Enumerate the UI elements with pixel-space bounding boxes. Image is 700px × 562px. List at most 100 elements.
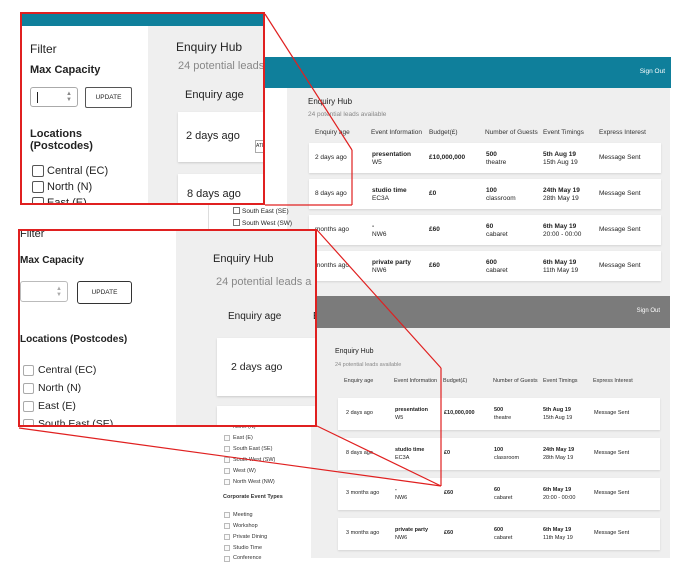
column-header: Event Timings: [543, 129, 584, 136]
page-title: Enquiry Hub: [308, 97, 353, 106]
express-interest-status: Message Sent: [594, 410, 630, 416]
locations-heading: Locations (Postcodes): [20, 334, 128, 345]
event-workshop-checkbox[interactable]: [224, 523, 230, 529]
table-row[interactable]: 8 days ago: [178, 174, 263, 203]
text-cursor: [37, 92, 38, 103]
express-interest-status: Message Sent: [599, 262, 641, 269]
location-west-checkbox[interactable]: [224, 468, 230, 474]
location-west-label[interactable]: West (W): [233, 468, 256, 474]
max-capacity-heading: Max Capacity: [30, 64, 101, 76]
zoomed-header-bar: [22, 14, 263, 26]
column-header: Event Timings: [543, 378, 578, 384]
stepper-arrows-icon[interactable]: ▲ ▼: [56, 286, 62, 298]
leads-count: 24 potential leads a: [216, 276, 312, 288]
location-east-checkbox[interactable]: [32, 197, 44, 203]
column-header: Enquiry age: [185, 89, 244, 101]
column-header: Enquiry age: [315, 129, 350, 136]
location-east-label[interactable]: East (E): [233, 435, 253, 441]
location-central-checkbox[interactable]: [32, 165, 44, 177]
location-south-east-checkbox[interactable]: [23, 419, 34, 425]
locations-heading-line1: Locations: [30, 128, 82, 140]
express-interest-status: Message Sent: [599, 190, 641, 197]
column-header: Event Information: [371, 129, 422, 136]
location-north-label[interactable]: North (N): [47, 181, 92, 193]
column-header: Number of Guests: [493, 378, 538, 384]
stepper-arrows-icon[interactable]: ▲ ▼: [66, 91, 72, 103]
leads-count: 24 potential leads available: [308, 111, 387, 118]
column-header: Enquiry age: [344, 378, 374, 384]
column-header: Express Interest: [599, 129, 646, 136]
event-meeting-checkbox[interactable]: [224, 512, 230, 518]
table-row[interactable]: 2 days ago presentation W5 £10,000,000 5…: [309, 143, 661, 173]
event-conference-label[interactable]: Conference: [233, 555, 261, 561]
location-north-checkbox[interactable]: [32, 181, 44, 193]
column-header: Budget(£): [443, 378, 468, 384]
max-capacity-heading: Max Capacity: [20, 255, 84, 266]
location-central-label[interactable]: Central (EC): [47, 165, 108, 177]
top-header-bar: Sign Out: [209, 57, 671, 88]
table-row[interactable]: months ago - NW6 £60 60 cabaret 6th May …: [309, 215, 661, 245]
location-east-label[interactable]: East (E): [47, 197, 87, 203]
table-row[interactable]: 3 months ago - NW6 £60 60 cabaret 6th Ma…: [338, 478, 660, 510]
max-capacity-input[interactable]: ▲ ▼: [30, 87, 78, 107]
zoomed-main-panel: Enquiry Hub 24 potential leads a Enquiry…: [176, 231, 315, 425]
event-workshop-label[interactable]: Workshop: [233, 523, 258, 529]
filter-heading: Filter: [20, 229, 45, 240]
express-interest-status: Message Sent: [599, 226, 641, 233]
filter-heading: Filter: [30, 42, 57, 56]
location-east-checkbox[interactable]: [23, 401, 34, 412]
sign-out-link[interactable]: Sign Out: [640, 68, 665, 75]
location-north-checkbox[interactable]: [23, 383, 34, 394]
event-private-dining-checkbox[interactable]: [224, 534, 230, 540]
event-studio-time-checkbox[interactable]: [224, 545, 230, 551]
page-title: Enquiry Hub: [176, 40, 243, 54]
locations-heading-line2: (Postcodes): [30, 140, 93, 152]
event-meeting-label[interactable]: Meeting: [233, 512, 253, 518]
location-central-checkbox[interactable]: [23, 365, 34, 376]
column-header: Number of Guests: [485, 129, 538, 136]
location-south-east-label[interactable]: South East (SE): [233, 446, 272, 452]
leads-count: 24 potential leads available: [335, 362, 402, 368]
location-east-checkbox[interactable]: [224, 435, 230, 441]
express-interest-status: Message Sent: [594, 490, 630, 496]
location-south-east-label[interactable]: South East (SE): [38, 418, 113, 425]
column-header: Express Interest: [593, 378, 633, 384]
location-east-label[interactable]: East (E): [38, 400, 76, 412]
location-north-west-label[interactable]: North West (NW): [233, 479, 275, 485]
column-header-partial: E: [313, 311, 315, 322]
table-row[interactable]: [217, 406, 315, 425]
table-row[interactable]: 2 days ago presentation W5 £10,000,000 5…: [338, 398, 660, 430]
corporate-event-types-heading: Corporate Event Types: [223, 494, 283, 500]
table-row[interactable]: months ago private party NW6 £60 600 cab…: [309, 251, 661, 281]
table-row[interactable]: 3 months ago private party NW6 £60 600 c…: [338, 518, 660, 550]
zoom-callout-bottom: Filter Max Capacity ▲ ▼ UPDATE Locations …: [18, 229, 317, 427]
location-south-east-checkbox[interactable]: [224, 446, 230, 452]
location-south-west-label[interactable]: South West (SW): [233, 219, 292, 227]
column-header: Budget(£): [429, 129, 458, 136]
column-header: Event Information: [394, 378, 438, 384]
location-south-west-label[interactable]: South West (SW): [233, 457, 275, 463]
location-central-label[interactable]: Central (EC): [38, 364, 96, 376]
page-title: Enquiry Hub: [213, 253, 274, 265]
max-capacity-input[interactable]: ▲ ▼: [20, 281, 68, 302]
event-conference-checkbox[interactable]: [224, 556, 230, 562]
column-header: Enquiry age: [228, 311, 282, 322]
location-north-label[interactable]: North (N): [38, 382, 81, 394]
location-south-west-checkbox[interactable]: [224, 457, 230, 463]
sign-out-link[interactable]: Sign Out: [637, 308, 660, 314]
zoom-callout-top: Filter Max Capacity ▲ ▼ UPDATE Locations …: [20, 12, 265, 205]
event-studio-time-label[interactable]: Studio Time: [233, 545, 262, 551]
table-row[interactable]: 8 days ago studio time EC3A £0 100 class…: [309, 179, 661, 209]
table-row[interactable]: 8 days ago studio time EC3A £0 100 class…: [338, 438, 660, 470]
table-row[interactable]: 2 days ago: [217, 338, 315, 396]
express-interest-status: Message Sent: [594, 450, 630, 456]
leads-count: 24 potential leads: [178, 60, 265, 72]
update-button[interactable]: UPDATE: [85, 87, 132, 108]
page-title: Enquiry Hub: [335, 348, 374, 355]
update-button[interactable]: UPDATE: [77, 281, 132, 304]
location-north-west-checkbox[interactable]: [224, 479, 230, 485]
table-row[interactable]: 2 days ago: [178, 112, 263, 162]
location-south-east-label[interactable]: South East (SE): [233, 207, 289, 215]
event-private-dining-label[interactable]: Private Dining: [233, 534, 267, 540]
update-button-partial[interactable]: ATE: [255, 140, 263, 153]
